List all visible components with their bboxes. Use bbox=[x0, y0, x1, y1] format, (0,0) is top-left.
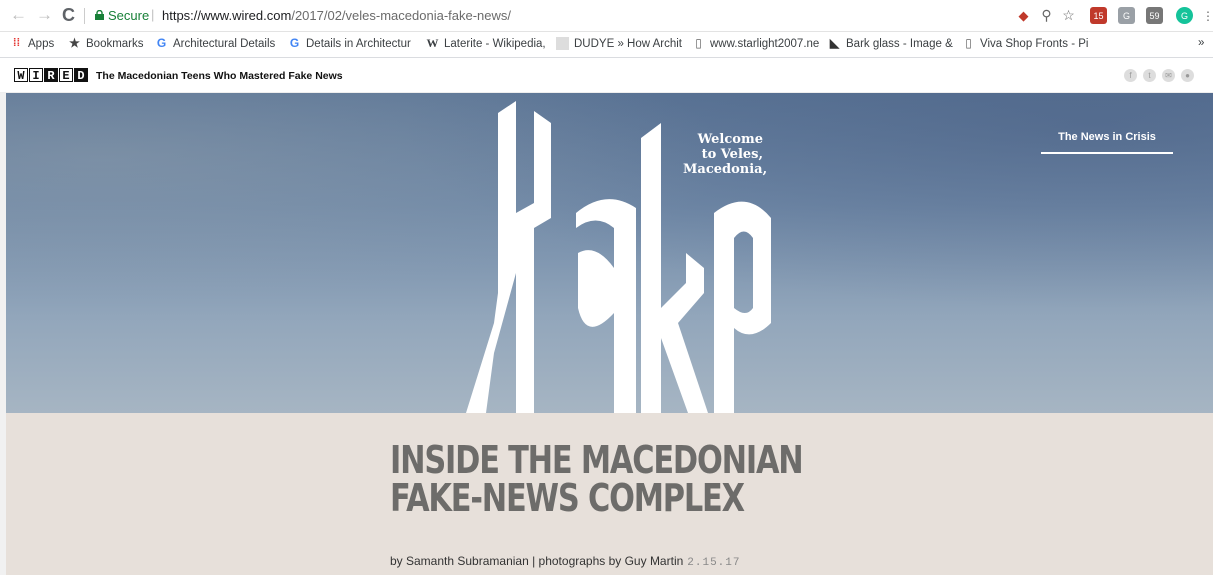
google-icon: G bbox=[289, 36, 300, 50]
bookmark-dudye[interactable]: DUDYE » How Archit bbox=[556, 37, 682, 50]
byline-authors: by Samanth Subramanian | photographs by … bbox=[390, 554, 684, 568]
logo-letter: W bbox=[14, 68, 28, 83]
star-icon[interactable]: ☆ bbox=[1060, 7, 1077, 24]
divider: | bbox=[151, 7, 155, 22]
bookmark-apps[interactable]: ⁞⁞ Apps bbox=[10, 37, 54, 50]
grammarly-icon[interactable]: G bbox=[1176, 7, 1193, 24]
bookmark-viva-shop-fronts[interactable]: ▯ Viva Shop Fronts - Pi bbox=[962, 37, 1088, 50]
url-field[interactable]: https://www.wired.com/2017/02/veles-mace… bbox=[162, 8, 511, 23]
translate-icon[interactable]: ◆ bbox=[1015, 7, 1032, 24]
comment-icon[interactable]: ● bbox=[1181, 69, 1194, 82]
secure-label[interactable]: Secure bbox=[108, 8, 149, 23]
bookmark-architectural-details[interactable]: G Architectural Details bbox=[155, 37, 275, 50]
url-path: /2017/02/veles-macedonia-fake-news/ bbox=[291, 8, 512, 23]
google-icon: G bbox=[156, 36, 167, 50]
bookmark-bark-glass[interactable]: ◣ Bark glass - Image & bbox=[828, 37, 953, 50]
bookmark-label: Apps bbox=[28, 37, 55, 50]
address-bar: ← → C Secure | https://www.wired.com/201… bbox=[0, 0, 1213, 32]
logo-letter: I bbox=[29, 68, 43, 83]
publish-date: 2.15.17 bbox=[687, 557, 741, 569]
article-header: INSIDE THE MACEDONIAN FAKE-NEWS COMPLEX … bbox=[6, 413, 1213, 575]
twitter-share-icon[interactable]: t bbox=[1143, 69, 1156, 82]
article-headline: INSIDE THE MACEDONIAN FAKE-NEWS COMPLEX bbox=[390, 438, 804, 520]
article-title: The Macedonian Teens Who Mastered Fake N… bbox=[96, 70, 343, 82]
ghost-icon[interactable]: G bbox=[1118, 7, 1135, 24]
reload-button[interactable]: C bbox=[62, 6, 75, 24]
bookmark-bookmarks[interactable]: ★ Bookmarks bbox=[68, 36, 144, 50]
facebook-share-icon[interactable]: f bbox=[1124, 69, 1137, 82]
divider bbox=[84, 8, 85, 24]
back-button[interactable]: ← bbox=[10, 6, 27, 24]
hero-image: Welcome to Veles, Macedonia, The News in… bbox=[6, 93, 1213, 413]
bookmark-label: Details in Architectur bbox=[306, 37, 411, 50]
bookmark-label: Viva Shop Fronts - Pi bbox=[980, 37, 1089, 50]
site-header: W I R E D The Macedonian Teens Who Maste… bbox=[0, 58, 1213, 93]
star-icon: ★ bbox=[69, 36, 80, 50]
doc-icon: ▯ bbox=[965, 36, 972, 50]
bookmark-laterite[interactable]: W Laterite - Wikipedia, bbox=[426, 37, 546, 50]
section-link-news-in-crisis[interactable]: The News in Crisis bbox=[1041, 131, 1173, 154]
bookmark-label: DUDYE » How Archit bbox=[574, 37, 683, 50]
bookmark-label: Architectural Details bbox=[173, 37, 276, 50]
bookmarks-bar: ⁞⁞ Apps ★ Bookmarks G Architectural Deta… bbox=[0, 32, 1213, 58]
url-host: https://www.wired.com bbox=[162, 8, 292, 23]
bookmark-label: Bark glass - Image & bbox=[846, 37, 953, 50]
bookmark-label: Laterite - Wikipedia, bbox=[444, 37, 546, 50]
extension-badge: 15 bbox=[1093, 10, 1104, 21]
page-icon bbox=[556, 37, 569, 50]
menu-icon[interactable]: ⋮ bbox=[1202, 7, 1213, 24]
doc-icon: ▯ bbox=[695, 36, 702, 50]
bookmark-details-in-architecture[interactable]: G Details in Architectur bbox=[288, 37, 411, 50]
headline-line: INSIDE THE MACEDONIAN bbox=[390, 438, 804, 482]
email-share-icon[interactable]: ✉ bbox=[1162, 69, 1175, 82]
bookmark-label: Bookmarks bbox=[86, 37, 144, 50]
welcome-text: Welcome to Veles, Macedonia, bbox=[683, 132, 768, 177]
bookmarks-overflow-button[interactable]: » bbox=[1198, 37, 1204, 49]
lock-icon bbox=[95, 10, 104, 20]
wired-logo[interactable]: W I R E D bbox=[14, 68, 88, 83]
logo-letter: R bbox=[44, 68, 58, 83]
logo-letter: D bbox=[74, 68, 88, 83]
chat-icon[interactable]: 59 bbox=[1146, 7, 1163, 24]
bookmark-label: www.starlight2007.ne bbox=[710, 37, 820, 50]
zoom-icon[interactable]: ⚲ bbox=[1038, 7, 1055, 24]
forward-button[interactable]: → bbox=[36, 6, 53, 24]
bird-icon: ◣ bbox=[829, 36, 840, 50]
apps-grid-icon: ⁞⁞ bbox=[12, 37, 21, 49]
byline: by Samanth Subramanian | photographs by … bbox=[390, 554, 741, 569]
abp-icon[interactable]: 15 bbox=[1090, 7, 1107, 24]
wikipedia-icon: W bbox=[426, 36, 439, 50]
logo-letter: E bbox=[59, 68, 73, 83]
bookmark-starlight[interactable]: ▯ www.starlight2007.ne bbox=[692, 37, 819, 50]
extension-badge: 59 bbox=[1149, 10, 1160, 21]
headline-line: FAKE-NEWS COMPLEX bbox=[390, 476, 745, 520]
